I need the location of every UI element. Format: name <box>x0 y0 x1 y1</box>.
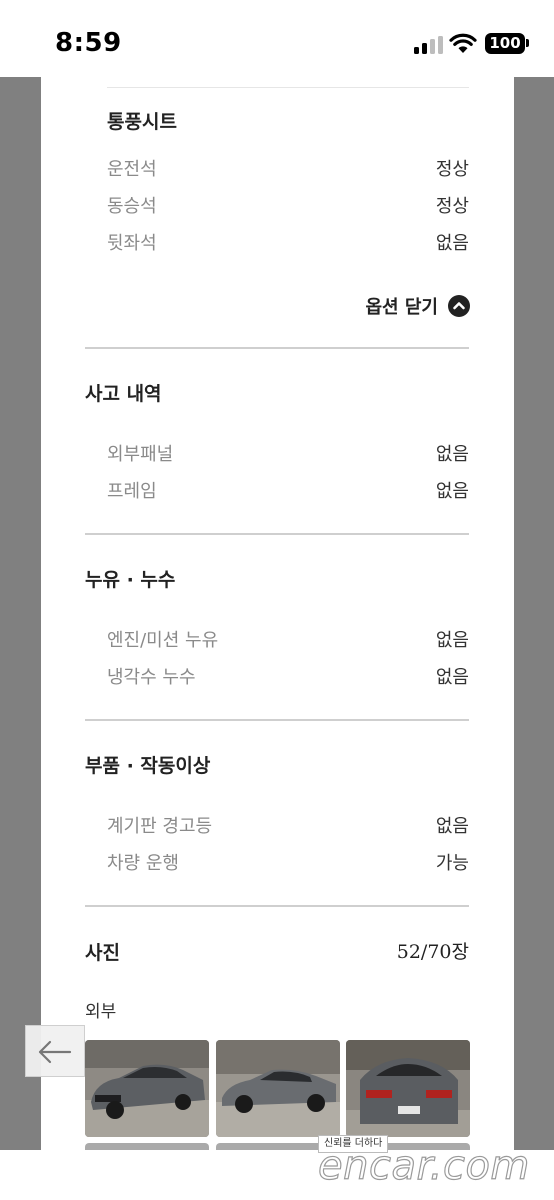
parts-row-label: 차량 운행 <box>107 853 179 874</box>
inspection-content: 통풍시트 운전석 정상 동승석 정상 뒷좌석 없음 옵션 닫기 사고 내역 외부… <box>41 77 514 1150</box>
accident-history-title: 사고 내역 <box>85 383 162 405</box>
leak-row-label: 냉각수 누수 <box>107 667 196 688</box>
leak-row-label: 엔진/미션 누유 <box>107 630 219 651</box>
ventilation-row-value: 정상 <box>435 196 469 217</box>
parts-row-value: 없음 <box>435 816 469 837</box>
accident-row-label: 외부패널 <box>107 444 174 465</box>
car-photo-front-left[interactable] <box>85 1040 209 1137</box>
chevron-up-icon <box>448 295 470 317</box>
option-close-label: 옵션 닫기 <box>365 297 438 318</box>
ventilation-row-value: 정상 <box>435 159 469 180</box>
accident-row-label: 프레임 <box>107 481 157 502</box>
ventilation-seat-title: 통풍시트 <box>107 111 177 133</box>
section-divider <box>107 87 469 88</box>
car-photo-rear[interactable] <box>346 1040 470 1137</box>
parts-malfunction-title: 부품 · 작동이상 <box>85 755 211 777</box>
parts-row-value: 가능 <box>435 853 469 874</box>
left-gutter <box>0 77 41 1150</box>
car-photo-thumb[interactable] <box>85 1143 209 1150</box>
exterior-photos-label: 외부 <box>85 1002 117 1022</box>
battery-nub <box>526 39 529 47</box>
accident-row-value: 없음 <box>435 481 469 502</box>
leak-row-value: 없음 <box>435 667 469 688</box>
leak-row-value: 없음 <box>435 630 469 651</box>
encar-watermark: encar.com <box>317 1142 530 1189</box>
photos-title: 사진 <box>85 942 120 964</box>
status-time: 8:59 <box>55 28 122 58</box>
section-divider <box>85 347 469 349</box>
back-button[interactable] <box>25 1025 85 1077</box>
ventilation-row-label: 동승석 <box>107 196 157 217</box>
arrow-left-icon <box>38 1040 72 1064</box>
car-photo-side[interactable] <box>216 1040 340 1137</box>
photo-count: 52/70장 <box>396 941 469 963</box>
ventilation-row-value: 없음 <box>435 233 469 254</box>
status-bar: 8:59 100 <box>0 0 554 77</box>
section-divider <box>85 905 469 907</box>
leak-title: 누유 · 누수 <box>85 569 176 591</box>
cellular-signal-icon <box>414 36 444 54</box>
right-gutter <box>514 77 554 1150</box>
ventilation-row-label: 운전석 <box>107 159 157 180</box>
battery-indicator: 100 <box>485 33 525 54</box>
section-divider <box>85 533 469 535</box>
option-close-button[interactable]: 옵션 닫기 <box>365 293 470 319</box>
accident-row-value: 없음 <box>435 444 469 465</box>
ventilation-row-label: 뒷좌석 <box>107 233 157 254</box>
section-divider <box>85 719 469 721</box>
parts-row-label: 계기판 경고등 <box>107 816 213 837</box>
wifi-icon <box>449 33 477 53</box>
